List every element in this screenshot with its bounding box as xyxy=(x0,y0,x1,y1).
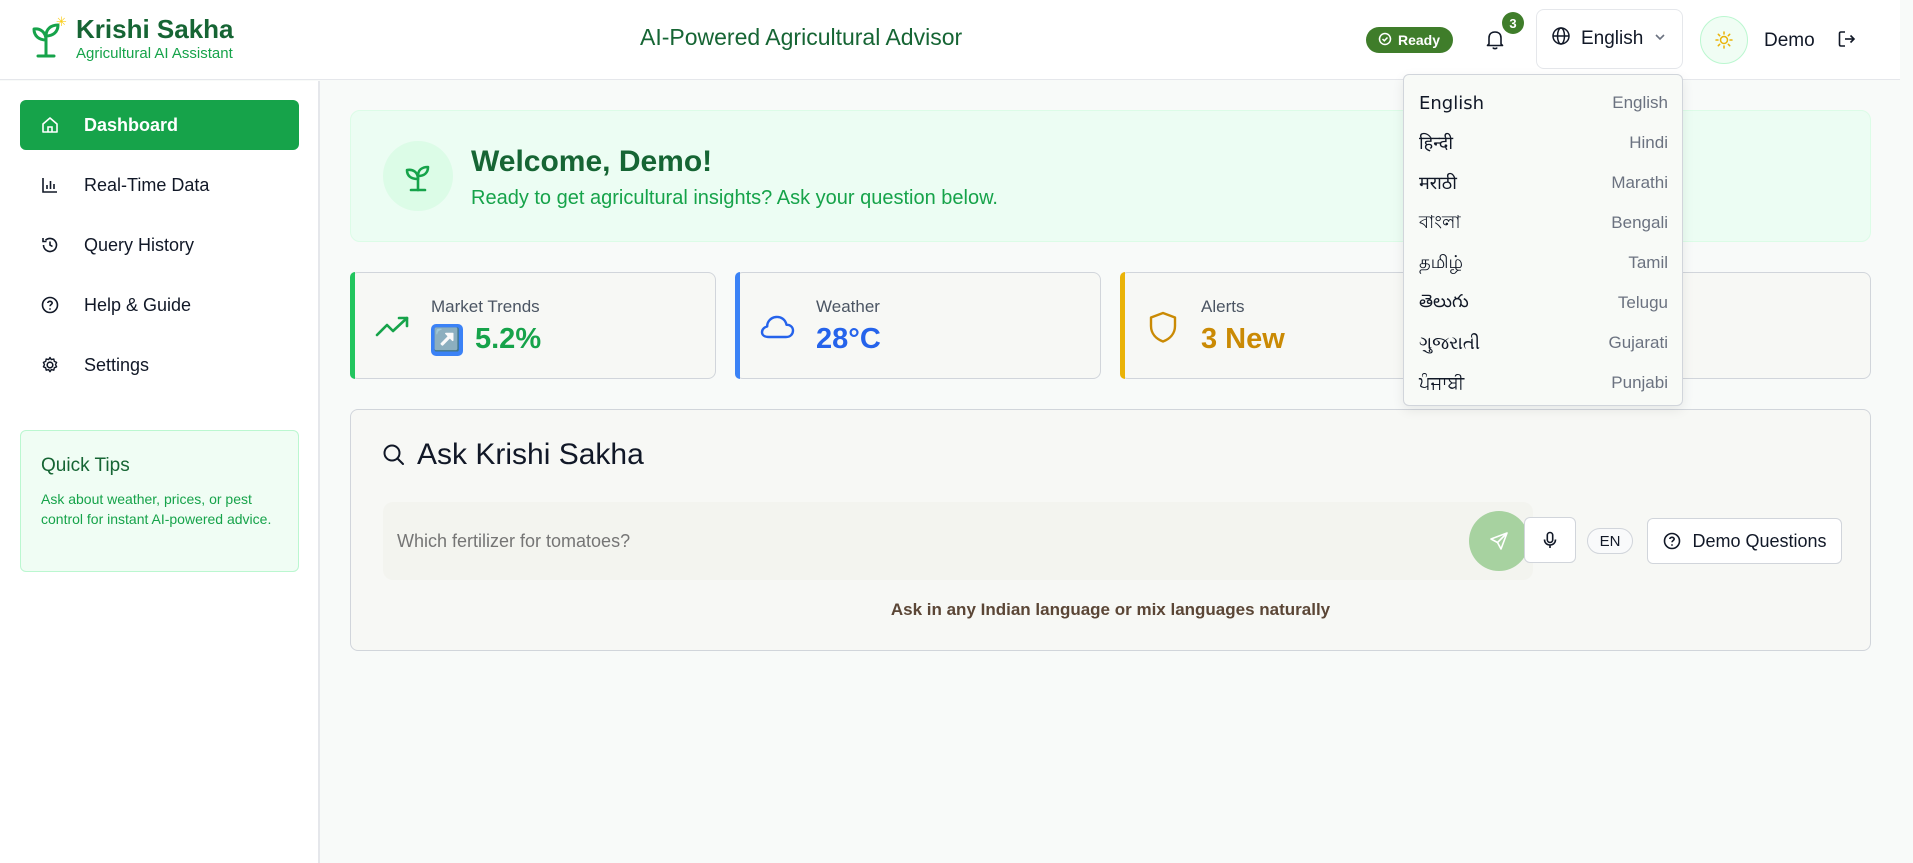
gear-icon xyxy=(40,355,60,375)
status-badge: Ready xyxy=(1366,27,1454,53)
demo-questions-label: Demo Questions xyxy=(1692,530,1827,551)
ask-title: Ask Krishi Sakha xyxy=(381,438,644,472)
language-option-marathi[interactable]: मराठी Marathi xyxy=(1404,163,1682,203)
language-option-punjabi[interactable]: ਪੰਜਾਬੀ Punjabi xyxy=(1404,363,1682,403)
check-circle-icon xyxy=(1378,32,1392,49)
input-language-badge[interactable]: EN xyxy=(1587,528,1633,554)
language-selector[interactable]: English xyxy=(1536,9,1683,69)
sidebar-item-settings[interactable]: Settings xyxy=(20,340,299,390)
send-icon xyxy=(1490,532,1508,550)
sidebar-item-query-history[interactable]: Query History xyxy=(20,220,299,270)
sidebar-item-label: Query History xyxy=(84,234,195,255)
language-label: English xyxy=(1581,28,1644,49)
language-english-name: Hindi xyxy=(1629,133,1668,152)
send-button[interactable] xyxy=(1469,511,1529,571)
arrow-up-right-emoji: ↗️ xyxy=(431,323,463,356)
sprout-icon xyxy=(383,141,453,211)
language-english-name: Punjabi xyxy=(1611,373,1668,392)
sidebar-item-real-time-data[interactable]: Real-Time Data xyxy=(20,160,299,210)
sidebar: Dashboard Real-Time Data Query History H… xyxy=(0,81,320,863)
trending-up-icon xyxy=(373,309,413,345)
language-option-telugu[interactable]: తెలుగు Telugu xyxy=(1404,283,1682,323)
quick-tips-card: Quick Tips Ask about weather, prices, or… xyxy=(20,430,299,572)
stat-label: Alerts xyxy=(1201,297,1245,316)
sidebar-item-label: Dashboard xyxy=(84,114,179,135)
accent-bar xyxy=(350,272,355,379)
sprout-logo-icon: ✳ xyxy=(30,14,70,60)
ask-panel: Ask Krishi Sakha EN Demo Questions Ask i… xyxy=(350,409,1871,651)
sun-icon xyxy=(1715,31,1733,49)
accent-bar xyxy=(735,272,740,379)
stat-label: Weather xyxy=(816,297,880,316)
brand[interactable]: ✳ Krishi Sakha Agricultural AI Assistant xyxy=(30,14,234,64)
sidebar-item-label: Settings xyxy=(84,354,150,375)
shield-icon xyxy=(1143,309,1183,345)
microphone-icon xyxy=(1543,531,1557,548)
question-input-wrapper xyxy=(383,502,1533,580)
language-native-name: తెలుగు xyxy=(1419,290,1469,312)
language-native-name: English xyxy=(1419,92,1484,114)
language-native-name: ગુજરાતી xyxy=(1419,332,1480,354)
header-title: AI-Powered Agricultural Advisor xyxy=(640,24,963,50)
stat-value: ↗️ 5.2% xyxy=(431,323,541,356)
language-english-name: English xyxy=(1612,93,1668,112)
language-english-name: Gujarati xyxy=(1608,333,1668,352)
bar-chart-icon xyxy=(40,175,60,195)
question-input[interactable] xyxy=(383,502,1443,580)
voice-input-button[interactable] xyxy=(1524,517,1576,563)
help-icon xyxy=(1664,532,1681,550)
stat-label: Market Trends xyxy=(431,297,540,316)
chevron-down-icon xyxy=(1653,28,1667,50)
cloud-icon xyxy=(758,309,798,345)
status-label: Ready xyxy=(1398,32,1441,48)
history-icon xyxy=(40,235,60,255)
logout-icon xyxy=(1838,31,1856,47)
stat-card-weather[interactable]: Weather 28°C xyxy=(735,272,1101,379)
top-header: ✳ Krishi Sakha Agricultural AI Assistant… xyxy=(0,0,1900,80)
brand-subtitle: Agricultural AI Assistant xyxy=(76,45,233,62)
language-option-tamil[interactable]: தமிழ் Tamil xyxy=(1404,243,1682,283)
user-name[interactable]: Demo xyxy=(1764,30,1815,52)
language-option-english[interactable]: English English xyxy=(1404,83,1682,123)
help-icon xyxy=(40,295,60,315)
notification-count-badge: 3 xyxy=(1502,12,1524,34)
quick-tips-body: Ask about weather, prices, or pest contr… xyxy=(41,491,272,527)
language-option-gujarati[interactable]: ગુજરાતી Gujarati xyxy=(1404,323,1682,363)
ask-title-text: Ask Krishi Sakha xyxy=(417,438,644,471)
language-dropdown-menu: English English हिन्दी Hindi मराठी Marat… xyxy=(1403,74,1683,406)
sidebar-item-label: Real-Time Data xyxy=(84,174,210,195)
brand-title: Krishi Sakha xyxy=(76,14,234,44)
language-option-bengali[interactable]: বাংলা Bengali xyxy=(1404,203,1682,243)
quick-tips-title: Quick Tips xyxy=(41,455,130,476)
language-english-name: Bengali xyxy=(1611,213,1668,232)
home-icon xyxy=(40,115,60,135)
language-native-name: हिन्दी xyxy=(1419,133,1454,154)
language-native-name: বাংলা xyxy=(1419,211,1461,233)
language-native-name: தமிழ் xyxy=(1419,251,1463,273)
stat-value: 28°C xyxy=(816,323,881,355)
language-native-name: मराठी xyxy=(1419,173,1457,194)
globe-icon xyxy=(1551,26,1571,52)
search-icon xyxy=(383,444,404,465)
stat-card-market-trends[interactable]: Market Trends ↗️ 5.2% xyxy=(350,272,716,379)
theme-toggle-button[interactable] xyxy=(1700,16,1748,64)
welcome-subtitle: Ready to get agricultural insights? Ask … xyxy=(471,187,998,209)
accent-bar xyxy=(1120,272,1125,379)
logout-button[interactable] xyxy=(1836,28,1858,50)
language-native-name: ਪੰਜਾਬੀ xyxy=(1419,372,1465,394)
welcome-title: Welcome, Demo! xyxy=(471,145,713,178)
stat-value-text: 5.2% xyxy=(475,323,542,355)
language-option-hindi[interactable]: हिन्दी Hindi xyxy=(1404,123,1682,163)
ask-hint: Ask in any Indian language or mix langua… xyxy=(890,600,1331,619)
stat-value: 3 New xyxy=(1201,323,1285,355)
sidebar-item-label: Help & Guide xyxy=(84,294,192,315)
sidebar-item-dashboard[interactable]: Dashboard xyxy=(20,100,299,150)
demo-questions-button[interactable]: Demo Questions xyxy=(1647,518,1842,564)
sidebar-item-help-guide[interactable]: Help & Guide xyxy=(20,280,299,330)
language-english-name: Marathi xyxy=(1611,173,1668,192)
language-english-name: Telugu xyxy=(1617,293,1668,312)
language-english-name: Tamil xyxy=(1628,253,1668,272)
